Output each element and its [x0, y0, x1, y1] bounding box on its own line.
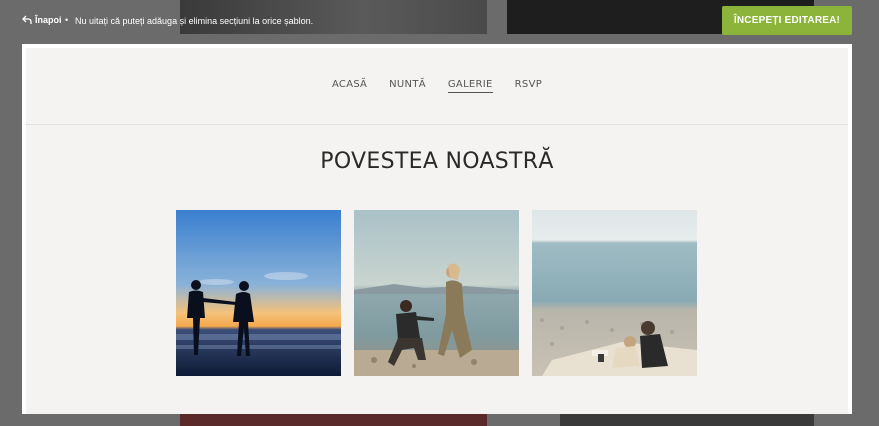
template-page: ACASĂ NUNTĂ GALERIE RSVP POVESTEA NOASTR…	[26, 48, 848, 414]
template-preview-frame: ACASĂ NUNTĂ GALERIE RSVP POVESTEA NOASTR…	[22, 44, 852, 414]
nav-item-gallery[interactable]: GALERIE	[447, 79, 493, 93]
gallery-photo-sunset[interactable]	[176, 210, 341, 376]
shore-couple-image	[532, 210, 697, 376]
sunset-couple-image	[176, 210, 341, 376]
section-title: POVESTEA NOASTRĂ	[320, 149, 554, 174]
photo-gallery	[176, 210, 697, 376]
background-thumbnail	[560, 414, 814, 426]
separator-dot: •	[65, 15, 69, 25]
site-nav: ACASĂ NUNTĂ GALERIE RSVP	[26, 48, 848, 125]
start-editing-button[interactable]: ÎNCEPEȚI EDITAREA!	[722, 6, 852, 35]
background-thumbnail	[180, 414, 487, 426]
hint-text: Nu uitați că puteți adăuga și elimina se…	[75, 16, 314, 26]
gallery-photo-proposal[interactable]	[354, 210, 519, 376]
nav-item-wedding[interactable]: NUNTĂ	[389, 79, 426, 93]
preview-toolbar: Înapoi • Nu uitați că puteți adăuga și e…	[0, 0, 879, 44]
nav-item-home[interactable]: ACASĂ	[332, 79, 367, 93]
nav-item-rsvp[interactable]: RSVP	[515, 79, 542, 93]
back-label: Înapoi	[35, 15, 62, 25]
back-arrow-icon	[22, 15, 32, 24]
back-link[interactable]: Înapoi	[22, 15, 62, 25]
proposal-image	[354, 210, 519, 376]
gallery-photo-shore[interactable]	[532, 210, 697, 376]
